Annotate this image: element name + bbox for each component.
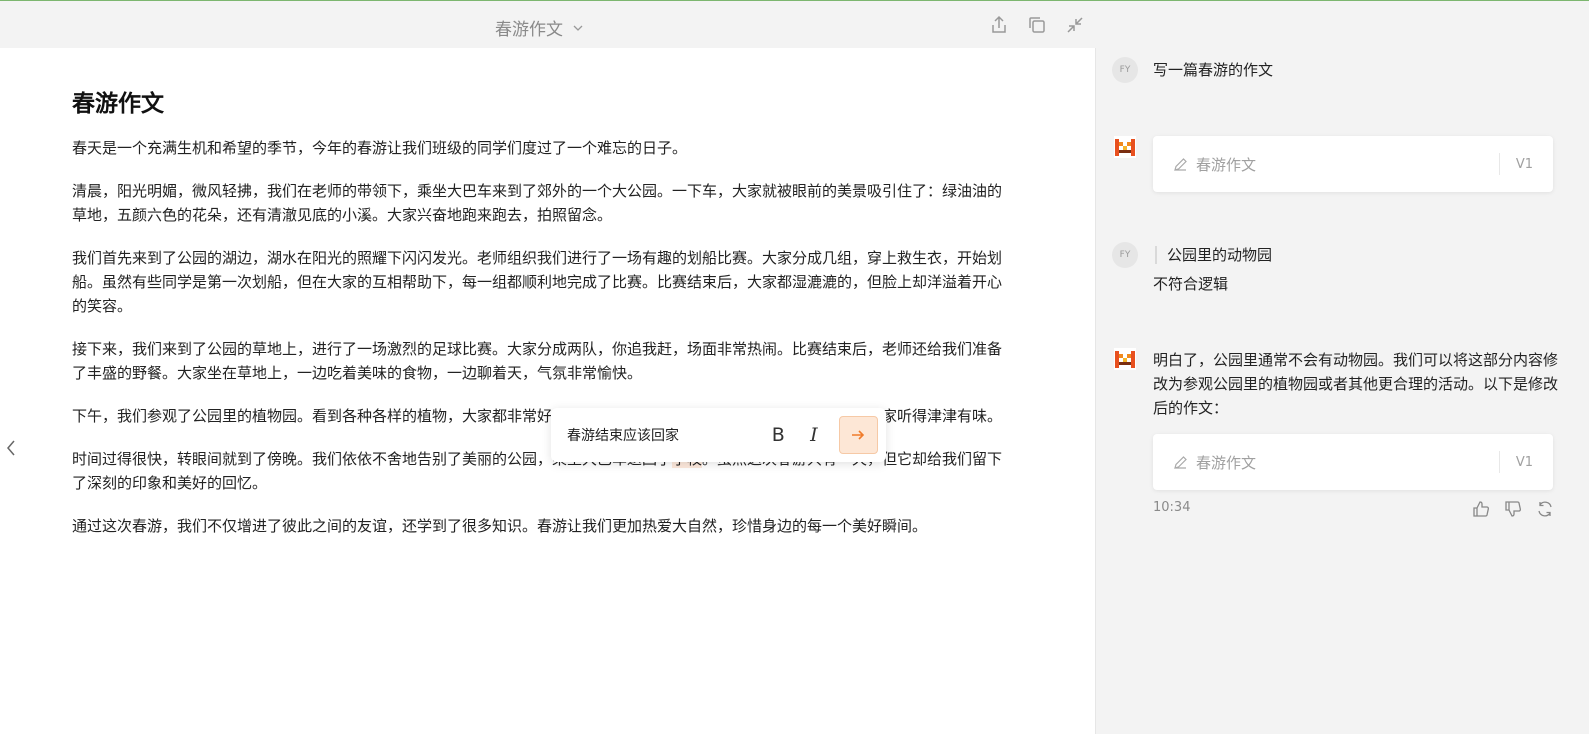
user-avatar: FY [1112, 57, 1138, 83]
chevron-left-icon[interactable] [4, 438, 18, 458]
document-title-dropdown[interactable]: 春游作文 [495, 15, 583, 40]
collapse-icon[interactable] [1064, 14, 1086, 36]
top-toolbar [988, 14, 1086, 36]
top-bar: 春游作文 [0, 1, 1589, 49]
chevron-down-icon [573, 25, 583, 31]
user-message: 不符合逻辑 [1153, 275, 1229, 293]
paragraph: 清晨，阳光明媚，微风轻拂，我们在老师的带领下，乘坐大巴车来到了郊外的一个大公园。… [72, 182, 1003, 224]
edit-instruction-input[interactable] [567, 427, 754, 443]
paragraph: 接下来，我们来到了公园的草地上，进行了一场激烈的足球比赛。大家分成两队，你追我赶… [72, 340, 1003, 382]
bold-button[interactable]: B [768, 424, 790, 446]
quoted-text: 公园里的动物园 [1167, 246, 1273, 264]
divider [1498, 451, 1500, 473]
document-card[interactable]: 春游作文 V1 [1153, 136, 1553, 192]
copy-icon[interactable] [1026, 14, 1048, 36]
card-title: 春游作文 [1196, 453, 1257, 472]
bot-message: 明白了，公园里通常不会有动物园。我们可以将这部分内容修改为参观公园里的植物园或者… [1153, 351, 1559, 417]
paragraph: 我们首先来到了公园的湖边，湖水在阳光的照耀下闪闪发光。老师组织我们进行了一场有趣… [72, 249, 1003, 315]
pen-icon [1174, 157, 1187, 171]
arrow-right-icon [852, 430, 865, 440]
send-button[interactable] [838, 416, 878, 454]
card-title: 春游作文 [1196, 155, 1257, 174]
chat-panel: FY 写一篇春游的作文 春游作文 V1 FY 公园里的动物园 不符合逻辑 明白了… [1097, 48, 1589, 734]
version-badge: V1 [1515, 156, 1533, 172]
user-avatar: FY [1112, 242, 1138, 268]
thumbs-up-icon[interactable] [1472, 500, 1490, 518]
paragraph: 通过这次春游，我们不仅增进了彼此之间的友谊，还学到了很多知识。春游让我们更加热爱… [72, 517, 928, 535]
bot-avatar [1114, 136, 1136, 158]
bot-avatar [1114, 348, 1136, 370]
document-title: 春游作文 [495, 20, 563, 40]
divider [1498, 153, 1500, 175]
paragraph: 春天是一个充满生机和希望的季节，今年的春游让我们班级的同学们度过了一个难忘的日子… [72, 139, 688, 157]
thumbs-down-icon[interactable] [1504, 500, 1522, 518]
inline-edit-popover: B I [551, 408, 886, 462]
document-editor[interactable]: 春游作文 春天是一个充满生机和希望的季节，今年的春游让我们班级的同学们度过了一个… [0, 48, 1096, 734]
message-timestamp: 10:34 [1153, 500, 1191, 515]
feedback-actions [1472, 500, 1554, 518]
pen-icon [1174, 455, 1187, 469]
share-icon[interactable] [988, 14, 1010, 36]
version-badge: V1 [1515, 454, 1533, 470]
italic-button[interactable]: I [803, 424, 825, 446]
regenerate-icon[interactable] [1536, 500, 1554, 518]
document-heading: 春游作文 [72, 91, 164, 117]
quote-bar [1155, 246, 1157, 264]
document-body[interactable]: 春天是一个充满生机和希望的季节，今年的春游让我们班级的同学们度过了一个难忘的日子… [72, 136, 1004, 557]
document-card[interactable]: 春游作文 V1 [1153, 434, 1553, 490]
user-message: 写一篇春游的作文 [1153, 61, 1274, 79]
